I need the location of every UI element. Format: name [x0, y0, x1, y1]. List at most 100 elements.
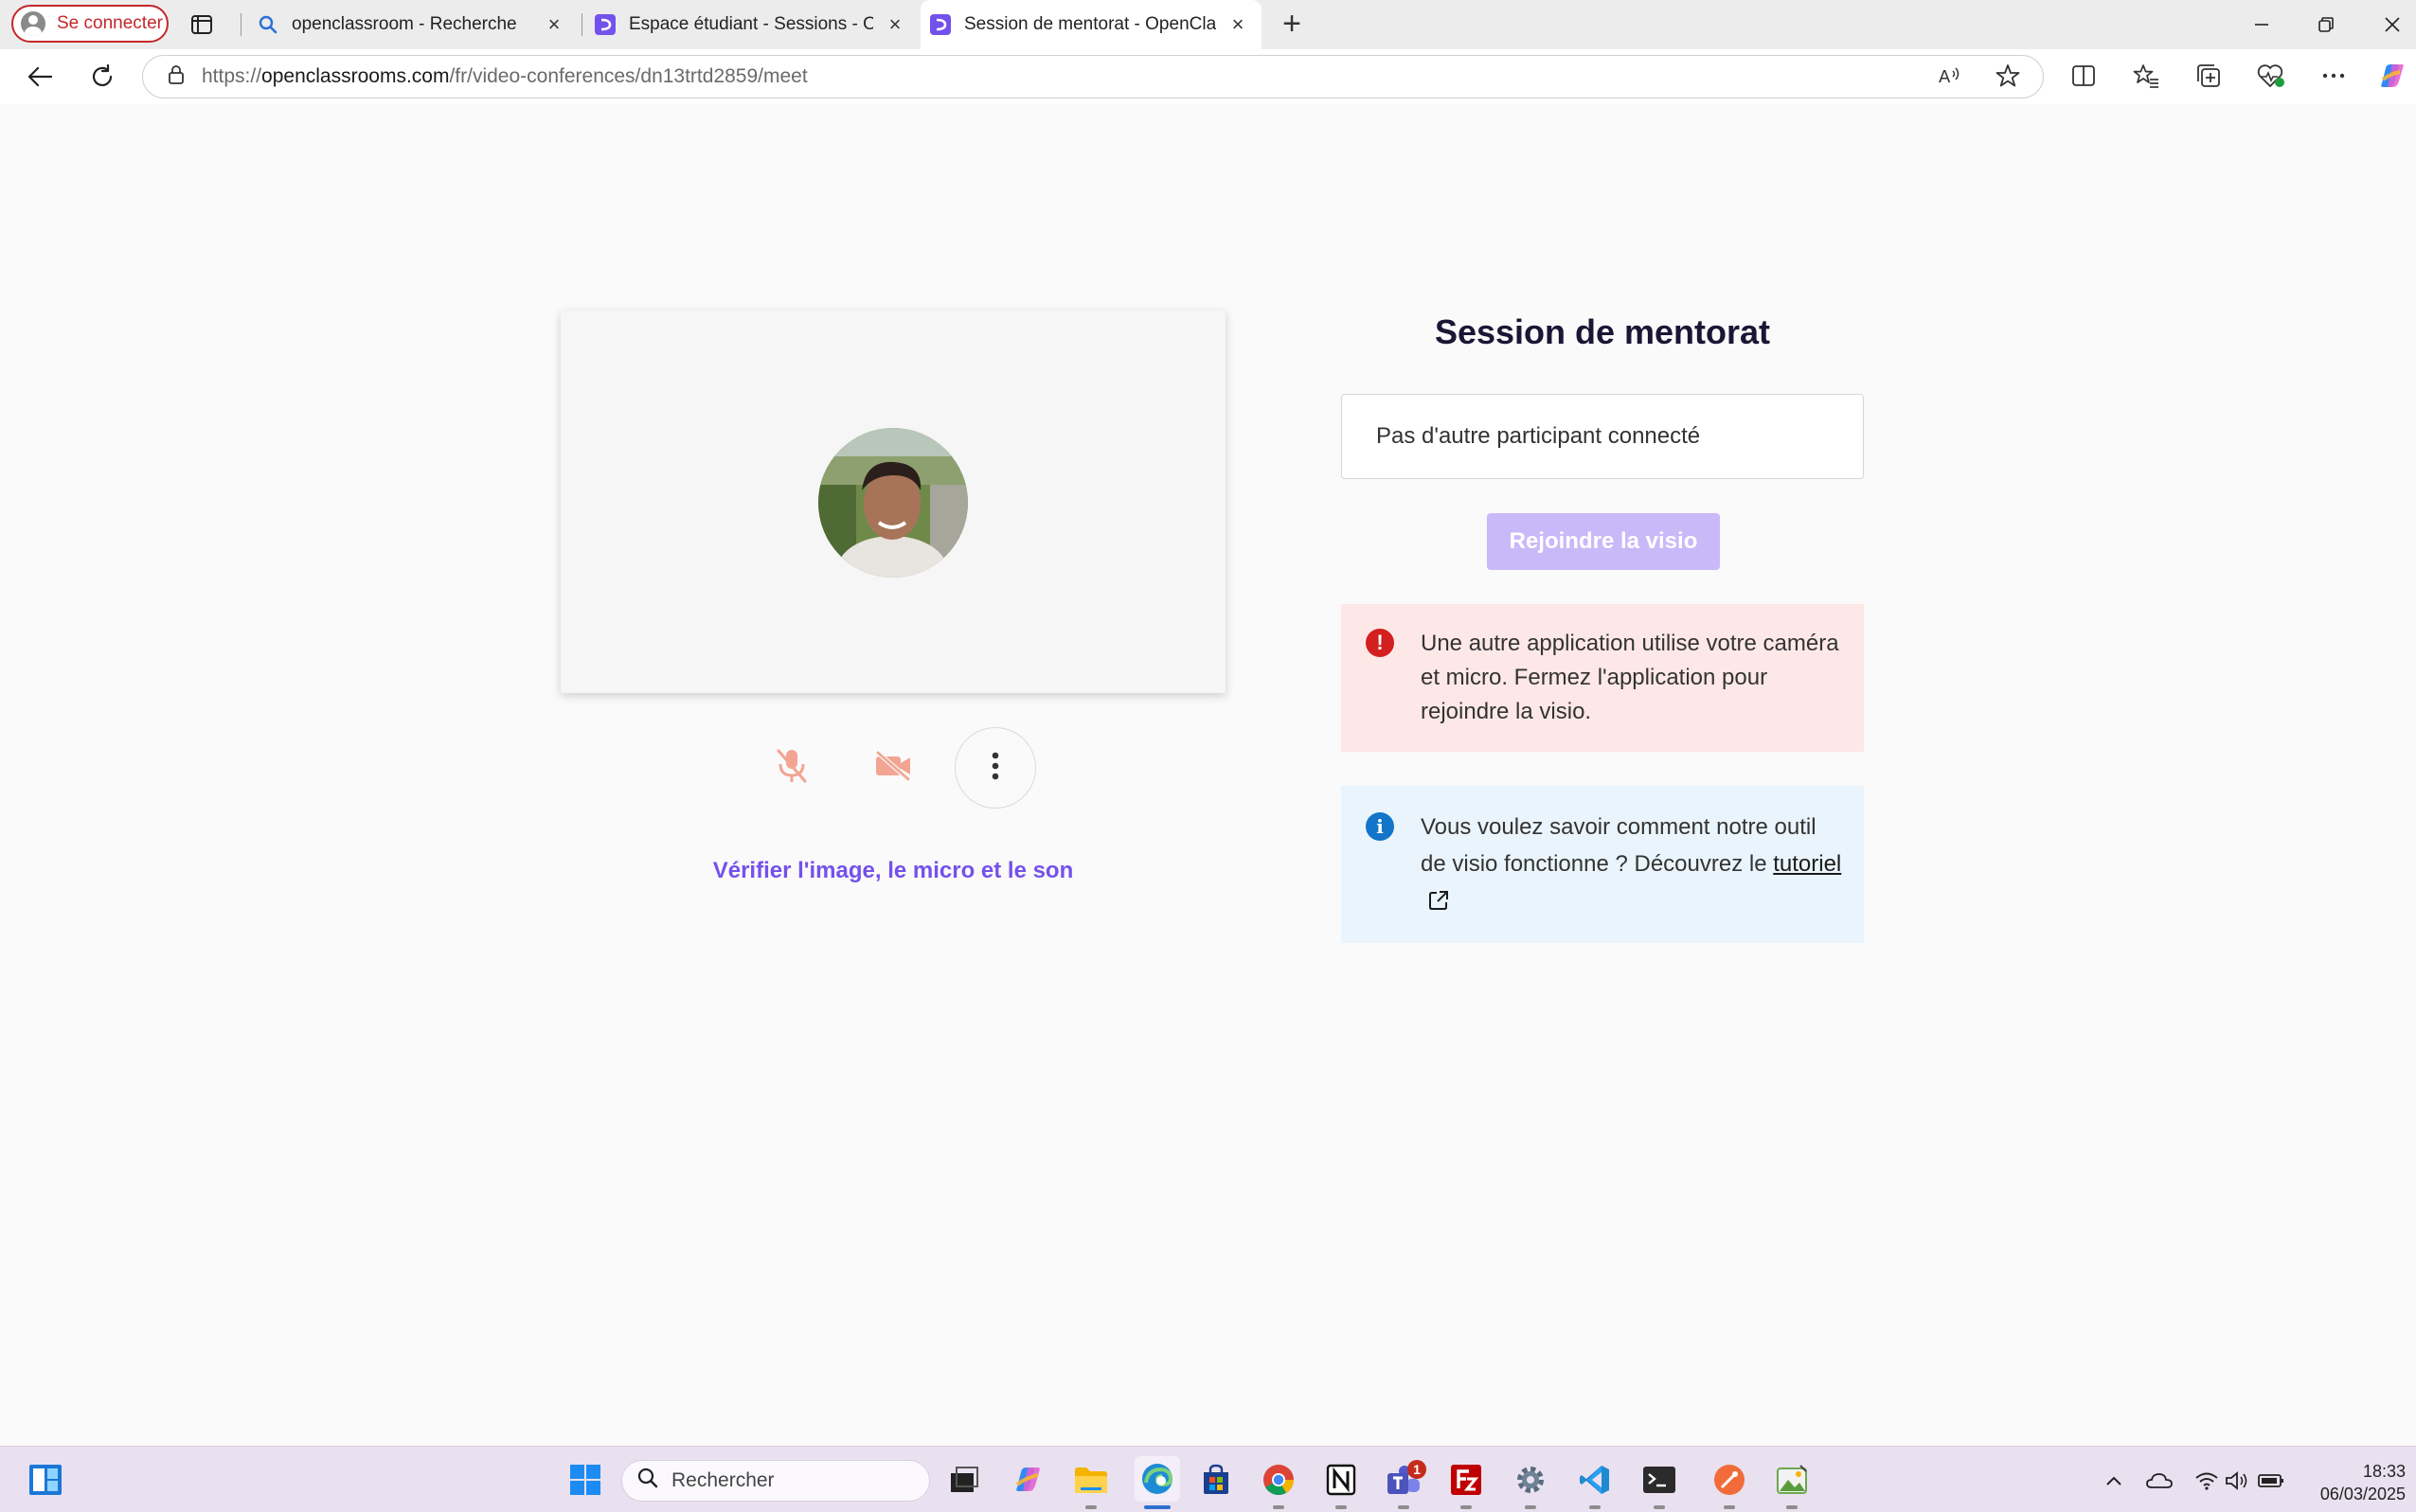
- favorites-icon[interactable]: [2131, 61, 2161, 91]
- store-icon[interactable]: [1197, 1461, 1235, 1499]
- more-options-button[interactable]: [955, 727, 1036, 809]
- info-alert: i Vous voulez savoir comment notre outil…: [1341, 786, 1864, 943]
- close-tab-icon[interactable]: ×: [544, 14, 564, 35]
- external-link-icon[interactable]: [1428, 885, 1449, 922]
- browser-essentials-icon[interactable]: [2256, 61, 2286, 91]
- terminal-icon[interactable]: [1640, 1461, 1678, 1499]
- windows-start-icon[interactable]: [566, 1461, 604, 1499]
- error-alert-text: Une autre application utilise votre camé…: [1421, 631, 1839, 724]
- page-title: Session de mentorat: [1434, 312, 1771, 351]
- onedrive-icon[interactable]: [2146, 1468, 2173, 1494]
- back-button[interactable]: [25, 62, 55, 92]
- close-tab-icon[interactable]: ×: [1227, 14, 1248, 35]
- search-icon: [637, 1468, 658, 1494]
- participants-text: Pas d'autre participant connecté: [1376, 423, 1701, 449]
- reload-button[interactable]: [87, 62, 117, 92]
- info-icon: i: [1366, 812, 1394, 841]
- running-indicator: [1525, 1505, 1536, 1509]
- user-avatar: [818, 428, 968, 578]
- running-indicator: [1335, 1505, 1347, 1509]
- settings-icon[interactable]: [1512, 1461, 1549, 1499]
- running-indicator: [1589, 1505, 1601, 1509]
- url-field[interactable]: https://openclassrooms.com/fr/video-conf…: [142, 55, 2044, 98]
- file-explorer-icon[interactable]: [1072, 1461, 1110, 1499]
- copilot-app-icon[interactable]: [1010, 1461, 1047, 1499]
- active-indicator: [1144, 1505, 1171, 1509]
- profile-button[interactable]: Se connecter: [11, 5, 169, 43]
- profile-label: Se connecter: [57, 13, 163, 33]
- taskbar-search-placeholder: Rechercher: [671, 1469, 775, 1491]
- minimize-button[interactable]: [2245, 8, 2279, 42]
- new-tab-button[interactable]: +: [1277, 8, 1307, 40]
- url-path: /fr/video-conferences/dn13trtd2859/meet: [449, 65, 808, 87]
- url-scheme: https://: [202, 65, 262, 87]
- close-window-button[interactable]: [2375, 8, 2409, 42]
- running-indicator: [1398, 1505, 1409, 1509]
- tab-session-mentorat[interactable]: Session de mentorat - OpenClassr ×: [921, 0, 1262, 49]
- info-alert-text: Vous voulez savoir comment notre outil d…: [1421, 814, 1816, 877]
- teams-badge: 1: [1407, 1460, 1426, 1479]
- tab-search[interactable]: openclassroom - Recherche ×: [248, 0, 578, 49]
- microphone-off-icon: [775, 747, 809, 790]
- vscode-icon[interactable]: [1576, 1461, 1614, 1499]
- running-indicator: [1724, 1505, 1735, 1509]
- error-icon: !: [1366, 629, 1394, 657]
- running-indicator: [1786, 1505, 1798, 1509]
- tab-espace-etudiant[interactable]: Espace étudiant - Sessions - Open ×: [585, 0, 919, 49]
- postman-icon[interactable]: [1710, 1461, 1748, 1499]
- page-content: [6, 106, 2416, 1441]
- join-call-button[interactable]: Rejoindre la visio: [1487, 513, 1720, 570]
- filezilla-icon[interactable]: [1447, 1461, 1485, 1499]
- tab-title: Session de mentorat - OpenClassr: [964, 14, 1216, 34]
- openclassrooms-icon: [930, 14, 951, 35]
- openclassrooms-icon: [595, 14, 616, 35]
- read-aloud-icon[interactable]: A: [1936, 61, 1966, 91]
- wifi-icon[interactable]: [2193, 1468, 2220, 1494]
- url-host: openclassrooms.com: [261, 65, 450, 87]
- camera-off-icon: [874, 750, 912, 786]
- running-indicator: [1085, 1505, 1097, 1509]
- error-alert: ! Une autre application utilise votre ca…: [1341, 604, 1864, 752]
- microphone-toggle-button[interactable]: [751, 727, 832, 809]
- widgets-icon[interactable]: [27, 1461, 64, 1499]
- camera-toggle-button[interactable]: [852, 727, 934, 809]
- running-indicator: [1460, 1505, 1472, 1509]
- taskbar-search[interactable]: Rechercher: [621, 1460, 930, 1502]
- tab-title: openclassroom - Recherche: [292, 14, 517, 34]
- address-bar-row: https://openclassrooms.com/fr/video-conf…: [0, 49, 2416, 104]
- vertical-dots-icon: [992, 752, 999, 785]
- task-view-icon[interactable]: [945, 1461, 983, 1499]
- copilot-icon[interactable]: [2377, 61, 2407, 91]
- clock-time: 18:33: [2362, 1462, 2406, 1481]
- system-clock[interactable]: 18:33 06/03/2025: [2301, 1460, 2406, 1505]
- battery-icon[interactable]: [2258, 1468, 2284, 1494]
- tab-actions-icon[interactable]: [188, 11, 216, 38]
- profile-icon: [21, 11, 45, 36]
- more-options-icon[interactable]: [2318, 61, 2349, 91]
- lock-icon[interactable]: [168, 64, 185, 90]
- clock-date: 06/03/2025: [2319, 1485, 2406, 1503]
- restore-button[interactable]: [2309, 8, 2343, 42]
- split-screen-icon[interactable]: [2068, 61, 2099, 91]
- url-text: https://openclassrooms.com/fr/video-conf…: [202, 65, 808, 88]
- verify-devices-link[interactable]: Vérifier l'image, le micro et le son: [561, 858, 1226, 884]
- windows-taskbar: Rechercher 1 18:33 06/03/2025: [0, 1446, 2416, 1512]
- running-indicator: [1654, 1505, 1665, 1509]
- chrome-icon[interactable]: [1260, 1461, 1297, 1499]
- tab-separator: [241, 13, 242, 36]
- participants-status: Pas d'autre participant connecté: [1341, 394, 1864, 479]
- browser-tab-bar: Se connecter openclassroom - Recherche ×…: [0, 0, 2416, 49]
- close-tab-icon[interactable]: ×: [885, 14, 905, 35]
- notion-icon[interactable]: [1322, 1461, 1360, 1499]
- tab-title: Espace étudiant - Sessions - Open: [629, 14, 873, 34]
- favorite-star-icon[interactable]: [1993, 61, 2023, 91]
- search-icon: [258, 14, 278, 35]
- collections-icon[interactable]: [2193, 61, 2224, 91]
- show-hidden-icons[interactable]: [2101, 1468, 2127, 1494]
- volume-icon[interactable]: [2224, 1468, 2250, 1494]
- tutorial-link[interactable]: tutoriel: [1773, 851, 1841, 877]
- image-app-icon[interactable]: [1773, 1461, 1811, 1499]
- edge-icon[interactable]: [1135, 1456, 1180, 1502]
- running-indicator: [1273, 1505, 1284, 1509]
- svg-text:A: A: [1939, 67, 1951, 86]
